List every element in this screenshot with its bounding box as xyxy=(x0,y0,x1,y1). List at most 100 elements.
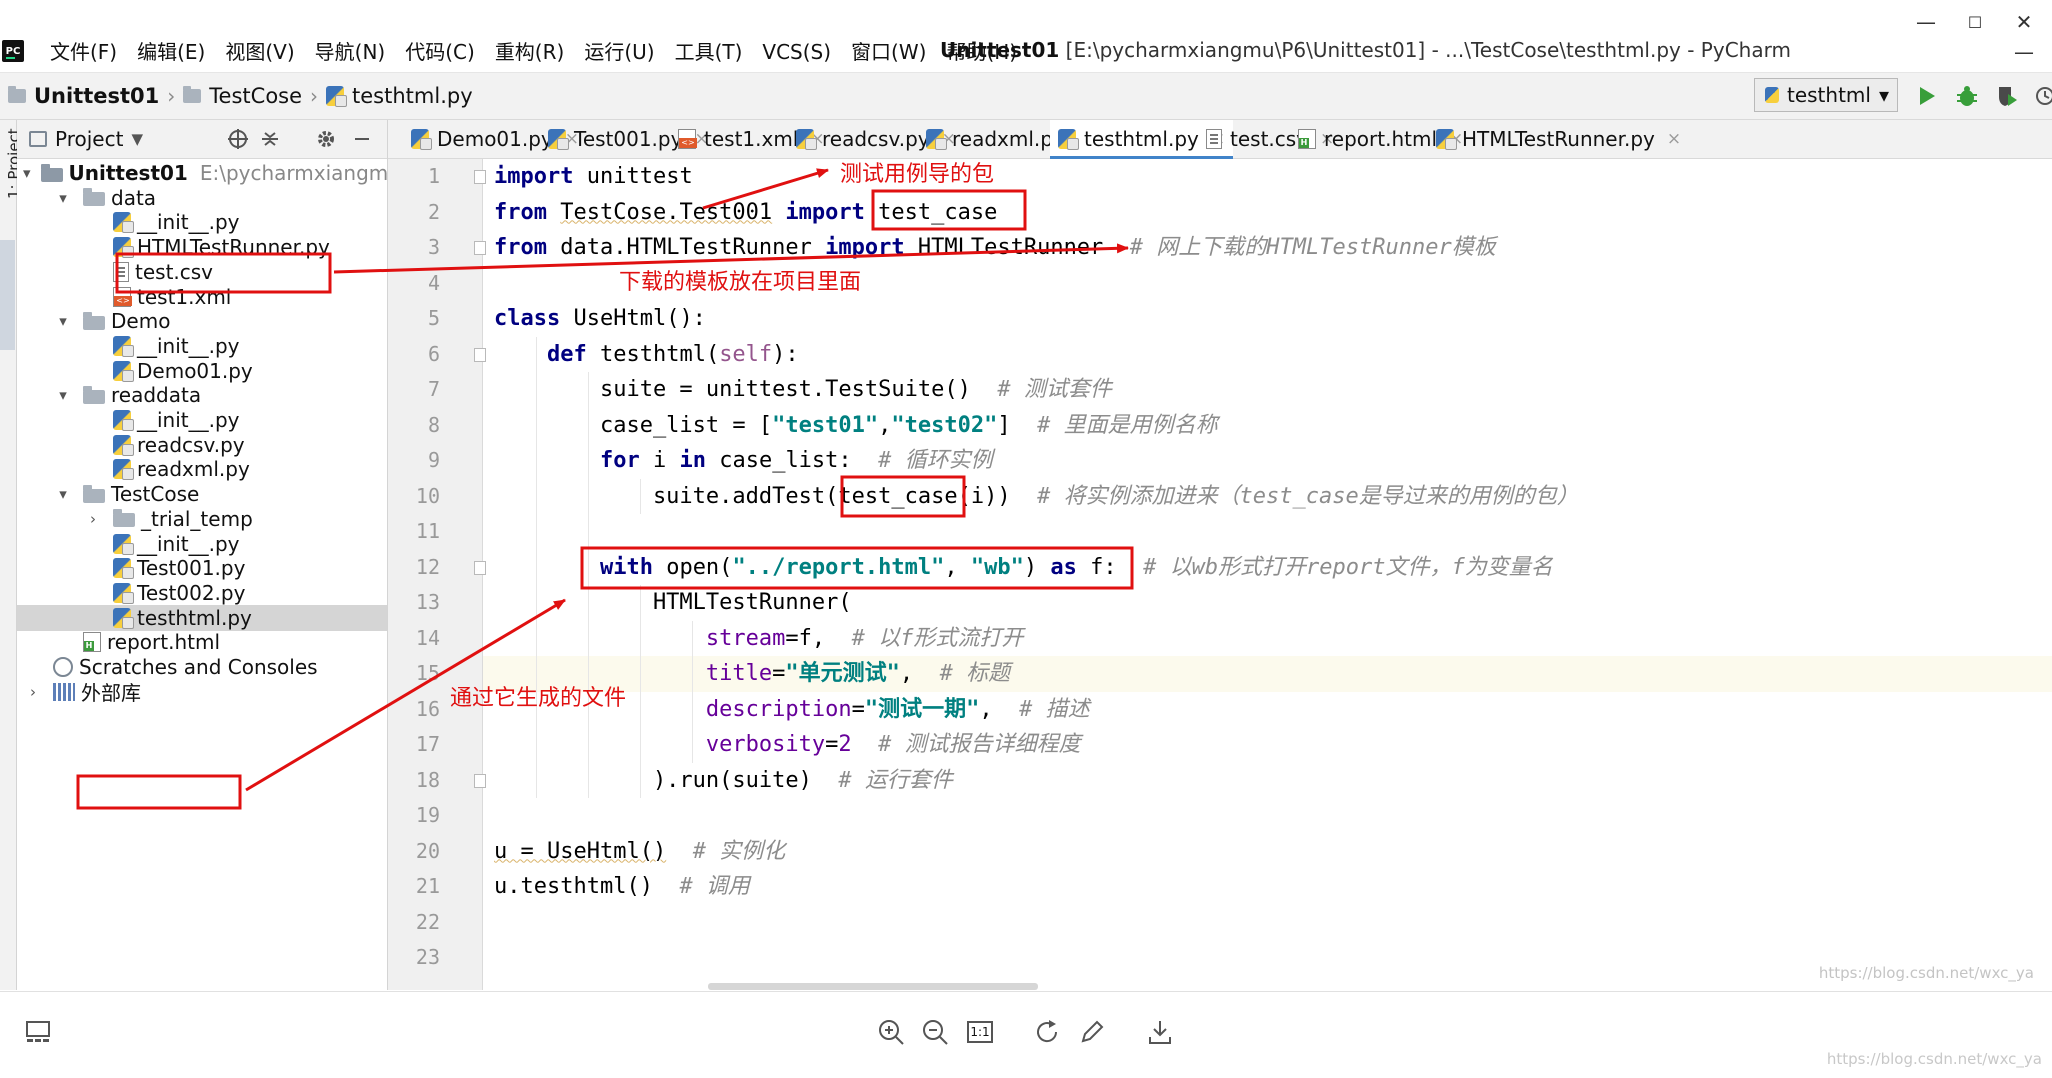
code-line[interactable]: with open("../report.html", "wb") as f: … xyxy=(494,550,1553,586)
code-line[interactable]: from data.HTMLTestRunner import HTMLTest… xyxy=(494,230,1496,266)
maximize-button[interactable]: ☐ xyxy=(1957,4,1993,40)
menu-item[interactable]: 代码(C) xyxy=(395,36,485,68)
tree-item[interactable]: Scratches and Consoles xyxy=(17,654,387,680)
chevron-down-icon[interactable]: ▾ xyxy=(53,386,73,404)
project-tool-tab[interactable] xyxy=(0,240,15,350)
tree-item[interactable]: ▾ TestCose xyxy=(17,481,387,507)
code-line[interactable]: ).run(suite) # 运行套件 xyxy=(494,763,953,799)
menu-item[interactable]: 工具(T) xyxy=(665,36,753,68)
gear-icon xyxy=(318,131,334,147)
menu-item[interactable]: 运行(U) xyxy=(574,36,664,68)
code-line[interactable]: def testhtml(self): xyxy=(494,337,799,373)
project-view-select[interactable]: Project ▼ xyxy=(29,126,143,152)
debug-button[interactable] xyxy=(1952,81,1982,111)
tree-item[interactable]: HTMLTestRunner.py xyxy=(17,234,387,260)
download-button[interactable] xyxy=(1140,1012,1180,1052)
fold-marker-icon[interactable] xyxy=(474,347,486,362)
code-line[interactable]: for i in case_list: # 循环实例 xyxy=(494,443,993,479)
breadcrumb-file[interactable]: testhtml.py xyxy=(318,81,481,111)
indent-guide xyxy=(692,620,693,763)
menu-item[interactable]: VCS(S) xyxy=(752,36,841,68)
tree-item[interactable]: testhtml.py xyxy=(17,604,387,631)
horizontal-scrollbar[interactable] xyxy=(708,983,1038,990)
close-tab-icon[interactable]: × xyxy=(1667,129,1681,149)
chevron-down-icon[interactable]: ▾ xyxy=(53,312,73,330)
rotate-button[interactable] xyxy=(1028,1012,1068,1052)
menu-item[interactable]: 窗口(W) xyxy=(841,36,936,68)
tree-item[interactable]: ▾ readdata xyxy=(17,382,387,408)
profile-button[interactable] xyxy=(2030,81,2052,111)
settings-button[interactable] xyxy=(311,124,341,154)
tree-item[interactable]: ▾ Demo xyxy=(17,308,387,334)
breadcrumb-folder[interactable]: TestCose xyxy=(175,81,310,111)
tree-item[interactable]: report.html xyxy=(17,629,387,655)
menu-item[interactable]: 导航(N) xyxy=(305,36,396,68)
code-line[interactable]: suite.addTest(test_case(i)) # 将实例添加进来（te… xyxy=(494,479,1579,515)
zoom-out-button[interactable] xyxy=(915,1012,955,1052)
project-panel-header: Project ▼ xyxy=(17,120,387,159)
python-file-icon xyxy=(1765,87,1779,103)
tree-item[interactable]: readxml.py xyxy=(17,456,387,482)
tree-item[interactable]: › 外部库 xyxy=(17,679,387,705)
code-token: u.testhtml() xyxy=(494,874,680,899)
tree-item[interactable]: ▾ data xyxy=(17,185,387,211)
tree-item[interactable]: test1.xml xyxy=(17,284,387,310)
menu-item[interactable]: 视图(V) xyxy=(215,36,304,68)
zoom-in-button[interactable] xyxy=(871,1012,911,1052)
chevron-right-icon[interactable]: › xyxy=(83,510,103,528)
run-button[interactable] xyxy=(1912,81,1942,111)
tree-item[interactable]: › _trial_temp xyxy=(17,506,387,532)
breadcrumb-project[interactable]: Unittest01 xyxy=(0,81,167,111)
line-number: 3 xyxy=(427,235,440,259)
tree-item[interactable]: __init__.py xyxy=(17,209,387,235)
hide-panel-button[interactable] xyxy=(347,124,377,154)
actual-size-button[interactable]: 1:1 xyxy=(960,1012,1000,1052)
minimize-button[interactable]: — xyxy=(1908,4,1944,40)
code-line[interactable]: import unittest xyxy=(494,159,693,195)
title-bar: PC 文件(F) 编辑(E) 视图(V) 导航(N) 代码(C) 重构(R) 运行(U) 工具… xyxy=(0,0,2052,73)
code-line[interactable]: u = UseHtml() # 实例化 xyxy=(494,834,785,870)
code-line[interactable]: verbosity=2 # 测试报告详细程度 xyxy=(494,727,1081,763)
python-file-icon xyxy=(113,335,134,357)
tree-item-label: Demo xyxy=(111,309,171,334)
tree-item[interactable]: Demo01.py xyxy=(17,358,387,384)
code-line[interactable]: HTMLTestRunner( xyxy=(494,585,852,621)
menu-item[interactable]: 文件(F) xyxy=(40,36,127,68)
code-string: "test02" xyxy=(891,412,998,438)
tree-item[interactable]: __init__.py xyxy=(17,333,387,359)
thumbnail-button[interactable] xyxy=(18,1012,58,1052)
code-line[interactable]: stream=f, # 以f形式流打开 xyxy=(494,621,1023,657)
tree-item[interactable]: Test001.py xyxy=(17,555,387,581)
code-line[interactable]: suite = unittest.TestSuite() # 测试套件 xyxy=(494,372,1112,408)
locate-file-button[interactable] xyxy=(223,124,253,154)
code-line[interactable]: class UseHtml(): xyxy=(494,301,706,337)
chevron-right-icon[interactable]: › xyxy=(23,683,43,701)
tree-item[interactable]: Test002.py xyxy=(17,580,387,606)
menu-item[interactable]: 编辑(E) xyxy=(127,36,215,68)
tree-item[interactable]: ▾ Unittest01 E:\pycharmxiangmu\P6 xyxy=(17,160,387,186)
tree-item[interactable]: __init__.py xyxy=(17,531,387,557)
menu-item[interactable]: 重构(R) xyxy=(485,36,575,68)
python-file-icon xyxy=(411,129,432,150)
fold-marker-icon[interactable] xyxy=(474,241,486,255)
fold-marker-icon[interactable] xyxy=(474,773,486,788)
edit-button[interactable] xyxy=(1072,1012,1112,1052)
tree-item[interactable]: readcsv.py xyxy=(17,432,387,458)
collapse-button[interactable]: — xyxy=(2006,34,2042,70)
collapse-all-button[interactable] xyxy=(255,124,285,154)
code-keyword: import xyxy=(494,164,574,189)
editor-tab[interactable]: HTMLTestRunner.py × xyxy=(1428,120,1689,158)
fold-marker-icon[interactable] xyxy=(474,170,486,184)
tree-item[interactable]: __init__.py xyxy=(17,407,387,433)
tree-item[interactable]: test.csv xyxy=(17,259,387,285)
fold-marker-icon[interactable] xyxy=(474,560,486,575)
code-line[interactable]: case_list = ["test01","test02"] # 里面是用例名… xyxy=(494,408,1218,444)
code-line[interactable]: from TestCose.Test001 import test_case xyxy=(494,195,997,231)
coverage-button[interactable] xyxy=(1992,81,2022,111)
run-configuration-select[interactable]: testhtml ▾ xyxy=(1754,78,1898,112)
chevron-down-icon[interactable]: ▾ xyxy=(23,164,31,182)
chevron-down-icon[interactable]: ▾ xyxy=(53,189,73,207)
code-line[interactable]: u.testhtml() # 调用 xyxy=(494,869,750,905)
chevron-down-icon[interactable]: ▾ xyxy=(53,485,73,503)
